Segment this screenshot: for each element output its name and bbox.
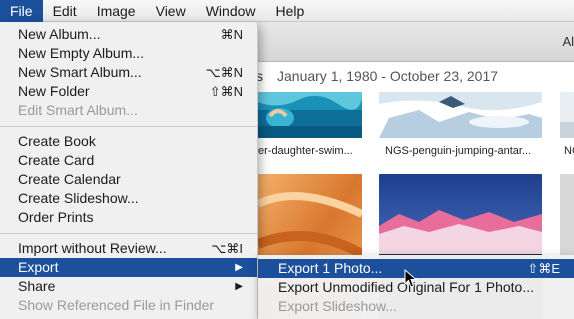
menu-separator xyxy=(0,126,257,127)
menu-item-create-calendar[interactable]: Create Calendar xyxy=(0,170,257,189)
file-menu-dropdown: New Album... ⌘N New Empty Album... New S… xyxy=(0,22,258,319)
photo-caption: er-daughter-swim... xyxy=(258,145,353,157)
menu-item-new-folder[interactable]: New Folder ⇧⌘N xyxy=(0,82,257,101)
menu-item-create-slideshow[interactable]: Create Slideshow... xyxy=(0,189,257,208)
photo-thumbnail xyxy=(258,92,362,138)
menu-item-label: Create Card xyxy=(18,152,95,168)
menu-item-label: New Empty Album... xyxy=(18,45,145,61)
date-range-heading: s January 1, 1980 - October 23, 2017 xyxy=(256,68,498,84)
photo-caption: NGS-penguin-jumping-antar... xyxy=(385,145,532,157)
menu-item-order-prints[interactable]: Order Prints xyxy=(0,208,257,227)
menu-item-label: Create Book xyxy=(18,133,96,149)
menu-file[interactable]: File xyxy=(0,0,43,22)
menu-item-label: New Album... xyxy=(18,26,101,42)
menu-item-new-album[interactable]: New Album... ⌘N xyxy=(0,25,257,44)
menu-item-label: Import without Review... xyxy=(18,240,167,256)
photo-caption: NG xyxy=(564,145,574,157)
menu-item-show-referenced-file: Show Referenced File in Finder xyxy=(0,296,257,315)
menu-item-shortcut: ⌘N xyxy=(220,27,243,42)
menu-separator xyxy=(0,233,257,234)
menu-item-export[interactable]: Export ▶ xyxy=(0,258,257,277)
submenu-arrow-icon: ▶ xyxy=(235,281,243,292)
menu-item-label: Export xyxy=(18,259,59,275)
menu-item-label: Show Referenced File in Finder xyxy=(18,297,215,313)
menu-item-label: Order Prints xyxy=(18,209,94,225)
menu-item-share[interactable]: Share ▶ xyxy=(0,277,257,296)
submenu-item-export-slideshow: Export Slideshow... xyxy=(258,297,574,316)
menu-item-create-card[interactable]: Create Card xyxy=(0,151,257,170)
menu-item-label: New Folder xyxy=(18,83,90,99)
menu-item-shortcut: ⇧⌘E xyxy=(527,261,560,276)
menu-item-new-empty-album[interactable]: New Empty Album... xyxy=(0,44,257,63)
menu-item-edit-smart-album: Edit Smart Album... xyxy=(0,101,257,120)
menu-help[interactable]: Help xyxy=(266,0,315,22)
menu-item-label: New Smart Album... xyxy=(18,64,142,80)
mouse-pointer-icon xyxy=(404,269,418,288)
menu-item-shortcut: ⌥⌘N xyxy=(205,65,243,80)
menu-item-new-smart-album[interactable]: New Smart Album... ⌥⌘N xyxy=(0,63,257,82)
photo-thumbnail xyxy=(560,92,574,138)
toolbar-right-text: Al xyxy=(562,34,574,49)
menu-item-shortcut: ⌥⌘I xyxy=(211,241,243,256)
menu-item-label: Export Slideshow... xyxy=(278,298,398,314)
date-range: January 1, 1980 - October 23, 2017 xyxy=(277,68,499,84)
submenu-arrow-icon: ▶ xyxy=(235,262,243,273)
menu-item-label: Share xyxy=(18,278,56,294)
photo-thumbnail xyxy=(379,92,542,138)
menu-edit[interactable]: Edit xyxy=(43,0,87,22)
menu-item-create-book[interactable]: Create Book xyxy=(0,132,257,151)
menu-item-label: Create Calendar xyxy=(18,171,121,187)
menu-view[interactable]: View xyxy=(146,0,196,22)
menu-item-import-without-review[interactable]: Import without Review... ⌥⌘I xyxy=(0,239,257,258)
menu-item-label: Export 1 Photo... xyxy=(278,260,383,276)
menu-bar: File Edit Image View Window Help xyxy=(0,0,574,22)
menu-item-label: Edit Smart Album... xyxy=(18,102,138,118)
menu-item-label: Create Slideshow... xyxy=(18,190,139,206)
menu-item-shortcut: ⇧⌘N xyxy=(209,84,243,99)
menu-window[interactable]: Window xyxy=(196,0,266,22)
menu-image[interactable]: Image xyxy=(87,0,146,22)
